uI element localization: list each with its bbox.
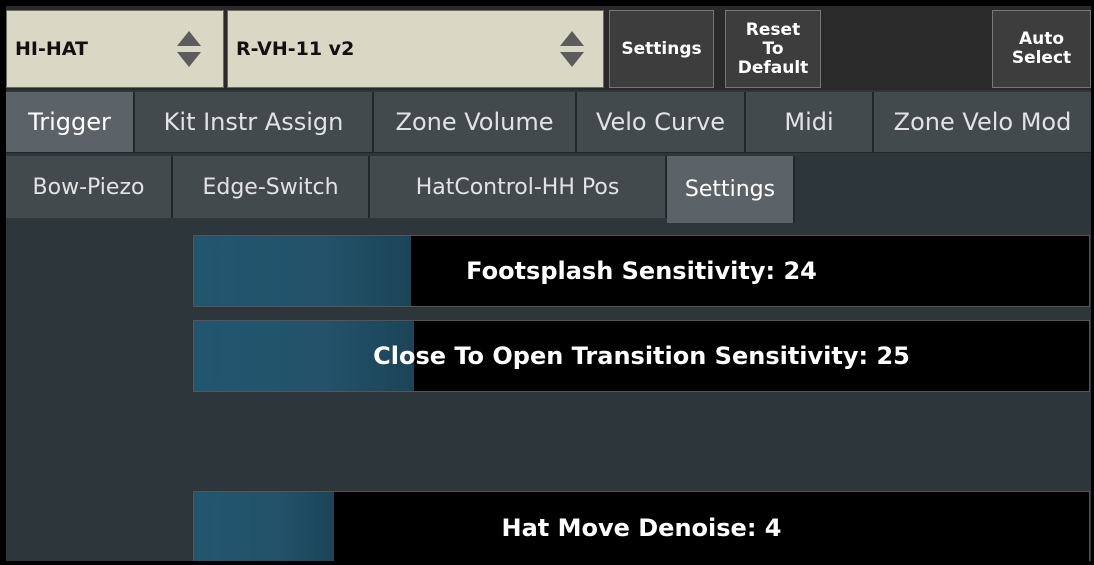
- subtab-label: HatControl-HH Pos: [415, 174, 620, 200]
- reset-label-line2: To: [762, 38, 784, 59]
- tab-label: Midi: [784, 108, 834, 136]
- tab-kit-instr-assign[interactable]: Kit Instr Assign: [135, 92, 374, 153]
- instrument-select[interactable]: HI-HAT: [6, 10, 224, 88]
- subtab-label: Edge-Switch: [202, 174, 339, 200]
- tab-zone-volume[interactable]: Zone Volume: [374, 92, 577, 153]
- model-select[interactable]: R-VH-11 v2: [227, 10, 604, 88]
- model-select-value: R-VH-11 v2: [236, 38, 355, 60]
- reset-label-line3: Default: [737, 57, 809, 78]
- subtab-hatcontrol-hh-pos[interactable]: HatControl-HH Pos: [370, 156, 667, 218]
- slider-label: Close To Open Transition Sensitivity: 25: [373, 342, 910, 370]
- updown-arrows-icon: [177, 31, 203, 71]
- subtab-settings[interactable]: Settings: [667, 156, 795, 223]
- updown-arrows-icon: [560, 31, 586, 71]
- reset-label-line1: Reset: [745, 19, 801, 40]
- tab-zone-velo-mod[interactable]: Zone Velo Mod: [874, 92, 1091, 153]
- subtab-label: Settings: [684, 177, 776, 202]
- settings-button[interactable]: Settings: [609, 10, 714, 88]
- tab-label: Kit Instr Assign: [163, 108, 344, 136]
- app-frame: HI-HAT R-VH-11 v2 Settings Reset To Defa…: [6, 6, 1091, 561]
- top-toolbar: HI-HAT R-VH-11 v2 Settings Reset To Defa…: [6, 6, 1091, 90]
- auto-select-line2: Select: [1011, 48, 1072, 68]
- main-tab-bar: Trigger Kit Instr Assign Zone Volume Vel…: [6, 92, 1091, 153]
- tab-midi[interactable]: Midi: [746, 92, 874, 153]
- hat-move-denoise-slider[interactable]: Hat Move Denoise: 4: [193, 491, 1090, 561]
- tab-label: Trigger: [28, 108, 111, 136]
- subtab-edge-switch[interactable]: Edge-Switch: [173, 156, 370, 218]
- tab-velo-curve[interactable]: Velo Curve: [577, 92, 746, 153]
- auto-select-line1: Auto: [1018, 29, 1065, 49]
- subtab-bow-piezo[interactable]: Bow-Piezo: [6, 156, 173, 218]
- tab-trigger[interactable]: Trigger: [6, 92, 135, 153]
- slider-label: Footsplash Sensitivity: 24: [466, 257, 817, 285]
- instrument-select-value: HI-HAT: [15, 38, 88, 60]
- auto-select-button[interactable]: Auto Select: [992, 10, 1091, 88]
- tab-label: Velo Curve: [595, 108, 726, 136]
- subtab-label: Bow-Piezo: [32, 174, 145, 200]
- tab-label: Zone Velo Mod: [893, 108, 1072, 136]
- settings-button-label: Settings: [621, 38, 702, 59]
- close-to-open-transition-slider[interactable]: Close To Open Transition Sensitivity: 25: [193, 320, 1090, 392]
- footsplash-sensitivity-slider[interactable]: Footsplash Sensitivity: 24: [193, 235, 1090, 307]
- slider-label: Hat Move Denoise: 4: [501, 514, 782, 542]
- tab-label: Zone Volume: [395, 108, 554, 136]
- reset-to-default-button[interactable]: Reset To Default: [725, 10, 821, 88]
- sub-tab-bar: Bow-Piezo Edge-Switch HatControl-HH Pos …: [6, 156, 1091, 223]
